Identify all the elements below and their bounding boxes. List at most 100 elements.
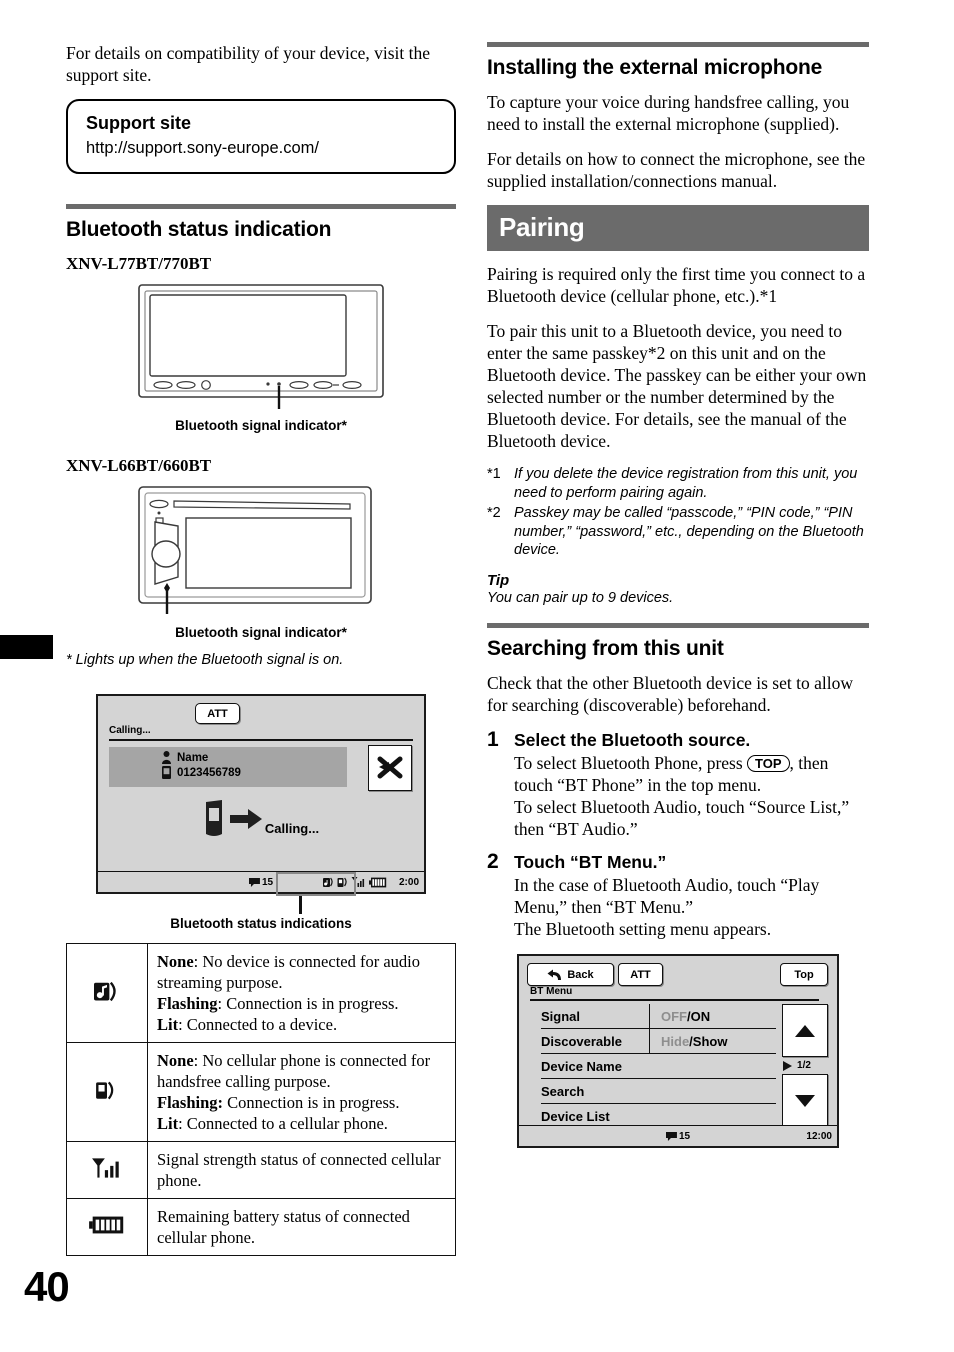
- back-button-label: Back: [567, 968, 594, 981]
- page-number: 40: [24, 1263, 70, 1310]
- top-key-button[interactable]: TOP: [747, 755, 790, 772]
- table-row: Remaining battery status of connected ce…: [66, 1198, 456, 1256]
- signal-strength-icon: [92, 1157, 119, 1178]
- bt-audio-icon: [94, 981, 116, 1001]
- bt-menu-item-label: Search: [541, 1083, 585, 1099]
- battery-icon: [89, 1216, 124, 1233]
- table-text-cell: Remaining battery status of connected ce…: [147, 1198, 456, 1256]
- call-screen-caption: Bluetooth status indications: [170, 916, 352, 931]
- contact-name-line: Name: [162, 751, 347, 764]
- end-call-button[interactable]: [368, 745, 412, 791]
- step-2-title: Touch “BT Menu.”: [514, 852, 667, 872]
- model-b-heading: XNV-L66BT/660BT: [66, 456, 212, 475]
- bt-menu-item-search[interactable]: Search: [541, 1079, 792, 1104]
- bt-menu-list: Signal OFF / ON Discoverable Hide / Show…: [541, 1004, 792, 1128]
- att-button[interactable]: ATT: [618, 963, 663, 986]
- table-icon-cell: [66, 1198, 148, 1256]
- table-row: None: No cellular phone is connected for…: [66, 1042, 456, 1142]
- footnote-1-mark: *1: [487, 466, 501, 482]
- page-indicator: 1/2: [797, 1060, 811, 1071]
- footnote-2: *2 Passkey may be called “passcode,” “PI…: [487, 504, 869, 560]
- triangle-up-icon: [795, 1024, 815, 1037]
- message-count-indicator: 15: [665, 1131, 690, 1142]
- contact-number: 0123456789: [177, 766, 241, 779]
- bt-menu-item-label: Signal: [541, 1008, 581, 1024]
- mic-paragraph-2: For details on how to connect the microp…: [487, 149, 866, 191]
- back-button[interactable]: Back: [527, 963, 614, 986]
- device-front-diagram-l77: [138, 284, 384, 409]
- pairing-section-bar: Pairing: [487, 205, 869, 251]
- bt-menu-item-signal[interactable]: Signal OFF / ON: [541, 1004, 776, 1029]
- step-2-text-extra: The Bluetooth setting menu appears.: [514, 919, 772, 939]
- step-1-number: 1: [487, 728, 499, 751]
- row-label-0-0: None: [157, 952, 194, 971]
- screen-divider: [530, 999, 819, 1001]
- step-2: 2 Touch “BT Menu.” In the case of Blueto…: [487, 851, 869, 940]
- calling-label: Calling...: [264, 821, 320, 836]
- intro-paragraph: For details on compatibility of your dev…: [66, 43, 431, 85]
- arrow-right-icon: [229, 809, 262, 829]
- model-b-illustration: [66, 484, 456, 619]
- row-text-3-0: Remaining battery status of connected ce…: [157, 1207, 410, 1247]
- footnote-2-mark: *2: [487, 505, 501, 521]
- row-label-0-1: Flashing: [157, 994, 218, 1013]
- back-arrow-icon: [547, 969, 562, 980]
- status-icons-highlight: [276, 872, 356, 896]
- page-edge-tab: [0, 635, 53, 659]
- support-site-title: Support site: [86, 113, 192, 133]
- tip-text: You can pair up to 9 devices.: [487, 589, 674, 606]
- support-site-box: Support site http://support.sony-europe.…: [66, 99, 456, 174]
- value-on: ON: [690, 1008, 711, 1024]
- screen-status-bar: 15 2:00: [98, 871, 424, 896]
- left-column: For details on compatibility of your dev…: [66, 42, 456, 1256]
- screen-clock: 12:00: [806, 1130, 832, 1142]
- row-text-1-0: : No cellular phone is connected for han…: [157, 1051, 431, 1091]
- section-divider: [487, 623, 869, 628]
- support-site-url[interactable]: http://support.sony-europe.com/: [86, 139, 436, 158]
- row-label-1-0: None: [157, 1051, 194, 1070]
- bt-menu-item-label: Discoverable: [541, 1033, 622, 1049]
- bt-menu-item-label: Device Name: [541, 1058, 622, 1074]
- table-text-cell: Signal strength status of connected cell…: [147, 1141, 456, 1199]
- step-1: 1 Select the Bluetooth source. To select…: [487, 729, 869, 840]
- person-icon: [162, 751, 171, 764]
- screen-divider: [109, 739, 413, 741]
- step-1-text-extra: To select Bluetooth Audio, touch “Source…: [514, 797, 850, 839]
- section-divider: [487, 42, 869, 47]
- searching-intro: Check that the other Bluetooth device is…: [487, 673, 853, 715]
- asterisk-note: * Lights up when the Bluetooth signal is…: [66, 652, 344, 668]
- model-a-illustration: [66, 282, 456, 412]
- bt-menu-item-discoverable[interactable]: Discoverable Hide / Show: [541, 1029, 776, 1054]
- bt-menu-item-value[interactable]: OFF / ON: [649, 1004, 710, 1028]
- row-label-1-2: Lit: [157, 1114, 179, 1133]
- right-column: Installing the external microphone To ca…: [487, 42, 869, 1148]
- bluetooth-status-heading: Bluetooth status indication: [66, 218, 332, 241]
- row-text-2-0: Signal strength status of connected cell…: [157, 1150, 441, 1190]
- table-icon-cell: [66, 1141, 148, 1199]
- top-button[interactable]: Top: [780, 963, 828, 986]
- message-count: 15: [261, 876, 274, 888]
- message-icon: [665, 1131, 677, 1141]
- footnote-1: *1 If you delete the device registration…: [487, 465, 869, 502]
- step-1-title: Select the Bluetooth source.: [514, 730, 751, 750]
- message-count-indicator: 15: [248, 876, 274, 888]
- scroll-down-button[interactable]: [782, 1074, 828, 1127]
- table-row: Signal strength status of connected cell…: [66, 1141, 456, 1199]
- step-2-text: In the case of Bluetooth Audio, touch “P…: [514, 875, 820, 917]
- searching-section-heading: Searching from this unit: [487, 637, 724, 660]
- value-off: Hide: [661, 1033, 690, 1049]
- bt-menu-item-device-name[interactable]: Device Name: [541, 1054, 792, 1079]
- model-a-heading: XNV-L77BT/770BT: [66, 254, 212, 273]
- bt-menu-item-value[interactable]: Hide / Show: [649, 1029, 727, 1053]
- scroll-up-button[interactable]: [782, 1004, 828, 1057]
- triangle-down-icon: [795, 1094, 815, 1107]
- bt-phone-icon: [96, 1081, 114, 1099]
- screen-status-bar: 15 12:00: [519, 1125, 837, 1146]
- battery-icon: [369, 877, 387, 887]
- table-text-cell: None: No cellular phone is connected for…: [147, 1042, 456, 1142]
- screen-clock: 2:00: [398, 876, 419, 888]
- phone-icon: [162, 766, 171, 779]
- contact-info-bar[interactable]: Name 0123456789: [109, 747, 347, 787]
- model-b-caption: Bluetooth signal indicator*: [175, 625, 347, 640]
- att-button[interactable]: ATT: [195, 703, 240, 724]
